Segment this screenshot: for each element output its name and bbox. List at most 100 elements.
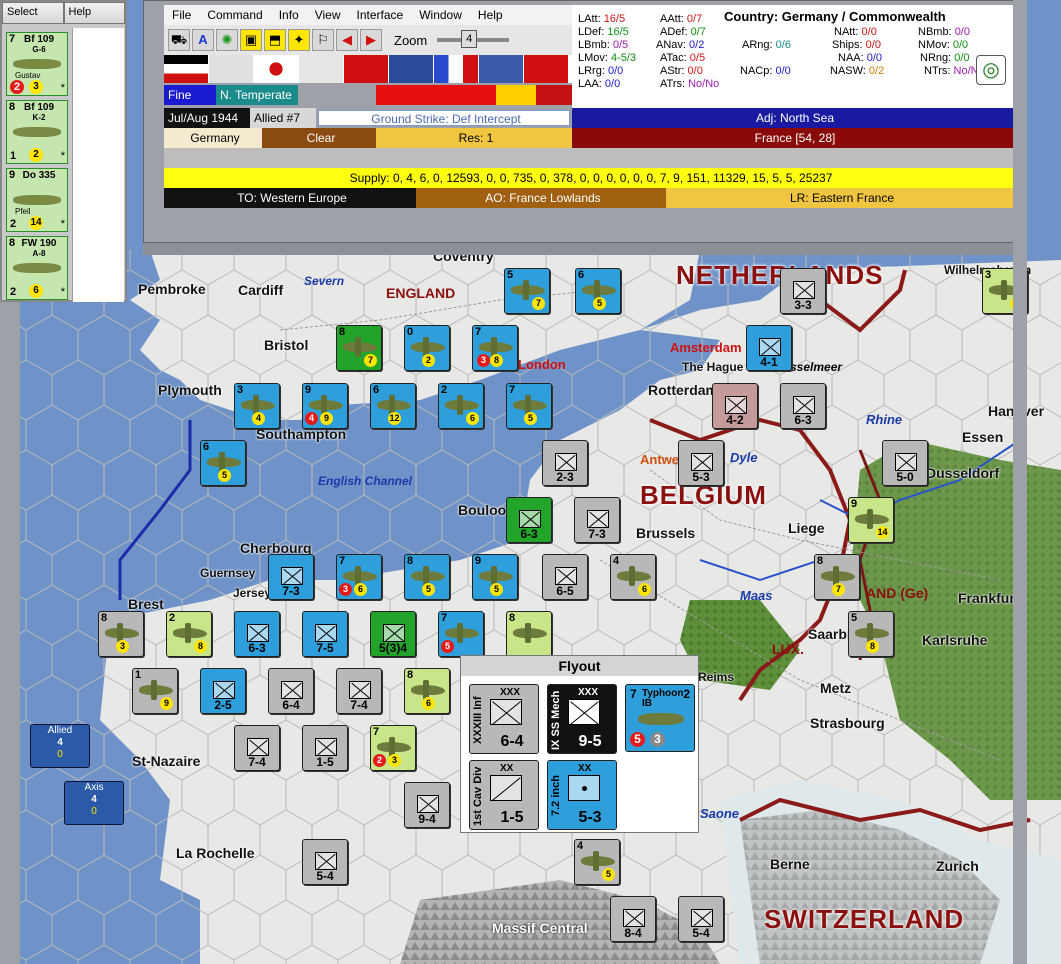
unit-counter-he219[interactable]: 87 [814,554,860,600]
unit-counter-3-3[interactable]: 3-3 [780,268,826,314]
flyout-unit-1st-cav[interactable]: 1st Cav Div XX 1-5 [469,760,539,830]
unit-counter-2-3[interactable]: 2-3 [542,440,588,486]
unit-counter-wellington[interactable]: 26 [438,383,484,429]
unit-counter-spitfire-xiv[interactable]: 95 [472,554,518,600]
unit-counter-a20c[interactable]: 87 [336,325,382,371]
menu-interface[interactable]: Interface [349,8,412,22]
menu-help[interactable]: Help [470,8,511,22]
menu-view[interactable]: View [307,8,349,22]
unit-counter-7-3[interactable]: 7-3 [574,497,620,543]
map-top-border [143,243,1027,255]
flyout-panel[interactable]: Flyout XXXIII Inf XXX 6-4 IX SS Mech XXX… [460,655,699,833]
unit-counter-tempest[interactable]: 949 [302,383,348,429]
flag-comm-china-icon[interactable] [524,55,569,83]
hex-icon[interactable]: ⬒ [264,29,286,51]
unit-counter-5-4[interactable]: 5-4 [302,839,348,885]
unit-counter-7-4[interactable]: 7-4 [336,668,382,714]
flyout-unit-xxxiii-inf[interactable]: XXXIII Inf XXX 6-4 [469,684,539,754]
unit-counter-gneisenau[interactable]: 83 [98,611,144,657]
flyout-unit-7-2-inch[interactable]: 7.2 inch XX 5-3 [547,760,617,830]
unit-counter-ju188[interactable]: 46 [610,554,656,600]
unit-counter-harrow[interactable]: 02 [404,325,450,371]
unit-counter-6-5[interactable]: 6-5 [542,554,588,600]
flag-japan-icon[interactable] [254,55,299,83]
unit-counter-amiot[interactable]: 57 [504,268,550,314]
menu-window[interactable]: Window [411,8,470,22]
unit-counter-5-3[interactable]: 5-3 [678,440,724,486]
tab-select[interactable]: Select [2,2,64,24]
unit-counter-bf110[interactable]: 58 [848,611,894,657]
unit-counter-barracuda[interactable]: 34 [234,383,280,429]
list-item[interactable]: 8 FW 190 A-8 2 6 * [6,236,68,300]
controller-strip: Germany [164,128,262,148]
unit-counter-6-3[interactable]: 6-3 [780,383,826,429]
unit-counter-5-4b[interactable]: 5-4 [678,896,724,942]
unit-counter-7-4b[interactable]: 7-4 [234,725,280,771]
menu-file[interactable]: File [164,8,199,22]
stat-arng: 0/6 [775,39,791,51]
unit-counter-mosquito[interactable]: 6 12 [370,383,416,429]
tab-help[interactable]: Help [63,2,125,24]
flag-china-icon[interactable] [344,55,389,83]
unit-counter-7-5[interactable]: 7-5 [302,611,348,657]
flag-icon[interactable]: ⚐ [312,29,334,51]
unit-counter-spitfire-ix[interactable]: 85 [404,554,450,600]
zoom-label: Zoom [394,32,428,48]
flyout-unit-ix-ss-mech[interactable]: IX SS Mech XXX 9-5 [547,684,617,754]
zoom-slider[interactable]: 4 [437,30,510,48]
flag-italy-icon[interactable] [209,55,254,83]
unit-counter-fw190[interactable]: 86 [404,668,450,714]
list-item[interactable]: 8 Bf 109 K-2 1 2 * [6,100,68,164]
unit-counter-spitfire[interactable]: 65 [575,268,621,314]
unit-counter-5-0[interactable]: 5-0 [882,440,928,486]
unit-counter-typhoon-ib[interactable]: 75 [438,611,484,657]
unit-counter-4-2[interactable]: 4-2 [712,383,758,429]
unit-counter-do335[interactable]: 9 14 [848,497,894,543]
arrow-right-icon[interactable]: ▶ [360,29,382,51]
flag-france-icon[interactable] [434,55,479,83]
stack-axis[interactable]: Axis 4 0 [64,781,124,825]
unit-counter-bf109-gustav[interactable]: 723 [370,725,416,771]
unit-counter-9-4[interactable]: 9-4 [404,782,450,828]
flyout-unit-typhoon[interactable]: 7 Typhoon IB 2 5 3 [625,684,695,752]
list-item[interactable]: 7 Bf 109 G-6 Gustav 2 3 * [6,32,68,96]
flag-ussr-icon[interactable] [299,55,344,83]
flag-usa-icon[interactable] [479,55,524,83]
unit-counter-bf109[interactable]: 8 [506,611,552,657]
unit-counter-spitfire-2[interactable]: 75 [506,383,552,429]
list-item[interactable]: 9 Do 335 Pfeil 2 14 * [6,168,68,232]
font-icon[interactable]: A [192,29,214,51]
target-icon[interactable]: ◎ [976,55,1006,85]
menu-info[interactable]: Info [271,8,307,22]
unit-counter-7-3b[interactable]: 7-3 [268,554,314,600]
aircraft-icon [13,127,61,137]
menu-command[interactable]: Command [199,8,270,22]
counter-name: Do 335 [22,170,56,181]
truck-icon[interactable]: ⛟ [168,29,190,51]
star-icon[interactable]: ✦ [288,29,310,51]
flag-uk-icon[interactable] [389,55,434,83]
zoom-value[interactable]: 4 [461,30,478,48]
arrow-left-icon[interactable]: ◀ [336,29,358,51]
unit-counter-p47d[interactable]: 738 [472,325,518,371]
action-field[interactable]: Ground Strike: Def Intercept [318,110,570,126]
unit-counter-typhoon[interactable]: 736 [336,554,382,600]
unit-counter-1-5[interactable]: 1-5 [302,725,348,771]
grid-icon[interactable]: ▣ [240,29,262,51]
unit-list-panel[interactable]: Select Help 7 Bf 109 G-6 Gustav 2 3 * 8 B… [0,0,127,302]
unit-counter-ju88[interactable]: 45 [574,839,620,885]
unit-counter-6-3c[interactable]: 6-3 [234,611,280,657]
unit-counter-6-3b[interactable]: 6-3 [506,497,552,543]
stack-allied[interactable]: Allied 4 0 [30,724,90,768]
unit-counter-8-4[interactable]: 8-4 [610,896,656,942]
unit-counter-he115[interactable]: 19 [132,668,178,714]
unit-counter-sm84[interactable]: 28 [166,611,212,657]
unit-counter-spitfire-vb[interactable]: 65 [200,440,246,486]
gear-icon[interactable]: ✺ [216,29,238,51]
flyout-unit-name: 7.2 inch [550,775,562,817]
unit-counter-6-4[interactable]: 6-4 [268,668,314,714]
unit-counter-4-1[interactable]: 4-1 [746,325,792,371]
unit-counter-2-5[interactable]: 2-5 [200,668,246,714]
unit-counter-5-3-4[interactable]: 5(3)4 [370,611,416,657]
flag-germany-icon[interactable] [164,55,209,83]
